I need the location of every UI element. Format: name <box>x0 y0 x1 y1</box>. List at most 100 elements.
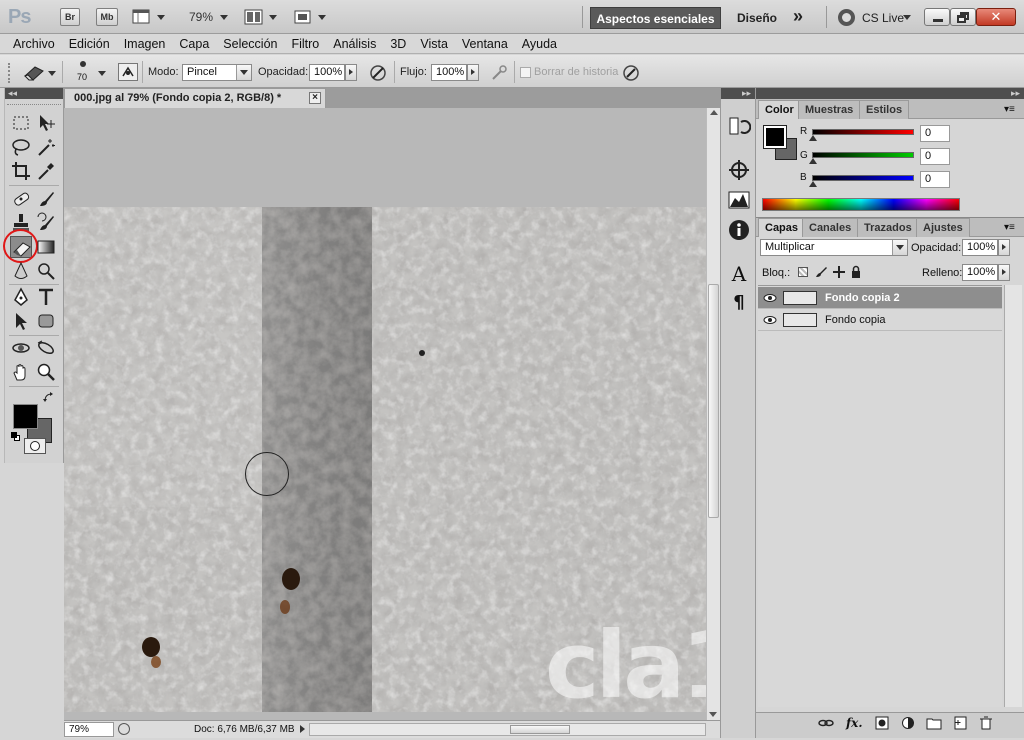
paragraph-panel-icon[interactable]: ¶ <box>727 292 751 316</box>
menu-filtro[interactable]: Filtro <box>284 37 326 51</box>
dock-header[interactable]: ▸▸ <box>721 88 755 99</box>
slider-handle[interactable] <box>809 181 817 187</box>
dodge-tool[interactable] <box>35 260 57 282</box>
foreground-color-swatch[interactable] <box>13 404 38 429</box>
menu-seleccion[interactable]: Selección <box>216 37 284 51</box>
cs-live-icon[interactable] <box>838 9 855 26</box>
erase-history-checkbox[interactable] <box>520 67 531 78</box>
eye-icon[interactable] <box>761 309 779 331</box>
default-colors-icon[interactable] <box>11 432 21 442</box>
3d-orbit-tool[interactable] <box>35 337 57 359</box>
close-icon[interactable]: ✕ <box>976 8 1016 26</box>
brush-tool[interactable] <box>35 188 57 210</box>
swap-colors-icon[interactable] <box>43 392 55 404</box>
pen-tool[interactable] <box>10 286 32 308</box>
menu-edicion[interactable]: Edición <box>62 37 117 51</box>
delete-layer-icon[interactable] <box>978 716 994 730</box>
tab-trazados[interactable]: Trazados <box>857 218 919 237</box>
menu-3d[interactable]: 3D <box>383 37 413 51</box>
document-tab[interactable]: 000.jpg al 79% (Fondo copia 2, RGB/8) * … <box>64 88 326 108</box>
new-group-icon[interactable] <box>926 716 942 730</box>
tablet-pressure-icon[interactable] <box>621 63 641 83</box>
chevron-down-icon[interactable] <box>236 65 251 80</box>
lock-position-icon[interactable] <box>832 265 846 279</box>
opacity-input[interactable]: 100% <box>309 64 345 81</box>
chevron-down-icon[interactable] <box>892 240 907 255</box>
airbrush-icon[interactable] <box>489 63 509 83</box>
channel-r-slider[interactable] <box>812 129 914 135</box>
scroll-down-icon[interactable] <box>709 712 717 717</box>
status-menu-arrow[interactable] <box>300 725 305 733</box>
hand-tool[interactable] <box>10 361 32 383</box>
healing-brush-tool[interactable] <box>10 188 32 210</box>
workspace-overflow-button[interactable]: » <box>793 6 803 27</box>
close-tab-icon[interactable]: × <box>309 92 321 104</box>
scroll-up-icon[interactable] <box>709 110 718 115</box>
layer-row[interactable]: Fondo copia 2 <box>758 287 1002 309</box>
lock-transparency-icon[interactable] <box>798 267 808 277</box>
color-spectrum-bar[interactable] <box>762 198 960 211</box>
layer-style-icon[interactable]: fx. <box>846 716 863 730</box>
navigator-panel-icon[interactable] <box>727 158 751 182</box>
menu-vista[interactable]: Vista <box>413 37 455 51</box>
histogram-panel-icon[interactable] <box>727 188 751 212</box>
airbrush-pressure-icon[interactable] <box>368 63 388 83</box>
shape-tool[interactable] <box>35 310 57 332</box>
layer-name[interactable]: Fondo copia <box>825 309 886 331</box>
chevron-down-icon[interactable] <box>157 15 165 20</box>
layer-row[interactable]: Fondo copia <box>758 309 1002 331</box>
chevron-down-icon[interactable] <box>903 15 911 20</box>
channel-g-input[interactable]: 0 <box>920 148 950 165</box>
minibridge-button[interactable]: Mb <box>96 8 118 26</box>
scrollbar-thumb[interactable] <box>708 284 719 518</box>
menu-ventana[interactable]: Ventana <box>455 37 515 51</box>
layer-opacity-toggle[interactable] <box>998 239 1010 256</box>
panel-menu-icon[interactable]: ▾≡ <box>1004 222 1015 233</box>
screen-mode-icon[interactable] <box>293 8 313 26</box>
bridge-button[interactable]: Br <box>60 8 80 26</box>
blur-tool[interactable] <box>10 260 32 282</box>
chevron-down-icon[interactable] <box>220 15 228 20</box>
eraser-preset-icon[interactable] <box>22 63 46 81</box>
right-panel-header[interactable]: ▸▸ <box>756 88 1024 99</box>
workspace-design-button[interactable]: Diseño <box>737 11 777 25</box>
move-tool[interactable] <box>35 112 57 134</box>
crop-tool[interactable] <box>10 160 32 182</box>
lasso-tool[interactable] <box>10 136 32 158</box>
layers-scrollbar[interactable] <box>1004 285 1022 707</box>
flow-slider-toggle[interactable] <box>467 64 479 81</box>
eyedropper-tool[interactable] <box>35 160 57 182</box>
layer-mask-icon[interactable] <box>874 716 890 730</box>
character-panel-icon[interactable]: A <box>727 262 751 286</box>
zoom-tool[interactable] <box>35 361 57 383</box>
chevron-down-icon[interactable] <box>98 71 106 76</box>
tab-capas[interactable]: Capas <box>758 218 806 237</box>
menu-ayuda[interactable]: Ayuda <box>515 37 564 51</box>
horizontal-scrollbar[interactable] <box>309 723 706 736</box>
path-selection-tool[interactable] <box>10 310 32 332</box>
brush-panel-icon[interactable] <box>118 63 138 81</box>
menu-archivo[interactable]: Archivo <box>6 37 62 51</box>
channel-g-slider[interactable] <box>812 152 914 158</box>
cs-live-label[interactable]: CS Live <box>862 11 904 25</box>
zoom-level[interactable]: 79% <box>189 10 213 24</box>
tab-canales[interactable]: Canales <box>802 218 859 237</box>
quick-mask-icon[interactable] <box>24 438 46 454</box>
history-panel-icon[interactable] <box>727 114 752 138</box>
brush-dot-icon[interactable] <box>80 61 86 67</box>
workspace-essentials-button[interactable]: Aspectos esenciales <box>590 7 721 29</box>
new-layer-icon[interactable] <box>952 716 968 730</box>
adjustment-layer-icon[interactable] <box>900 716 916 730</box>
fill-toggle[interactable] <box>998 264 1010 281</box>
blend-mode-select[interactable]: Multiplicar <box>760 239 908 256</box>
eye-icon[interactable] <box>761 287 779 309</box>
channel-b-input[interactable]: 0 <box>920 171 950 188</box>
tab-color[interactable]: Color <box>758 100 801 119</box>
info-panel-icon[interactable] <box>727 218 751 242</box>
type-tool[interactable] <box>35 286 57 308</box>
lock-pixels-icon[interactable] <box>814 265 828 279</box>
vertical-scrollbar[interactable] <box>706 108 720 720</box>
marquee-tool[interactable] <box>10 112 32 134</box>
chevron-down-icon[interactable] <box>318 15 326 20</box>
status-icon[interactable] <box>118 723 130 735</box>
